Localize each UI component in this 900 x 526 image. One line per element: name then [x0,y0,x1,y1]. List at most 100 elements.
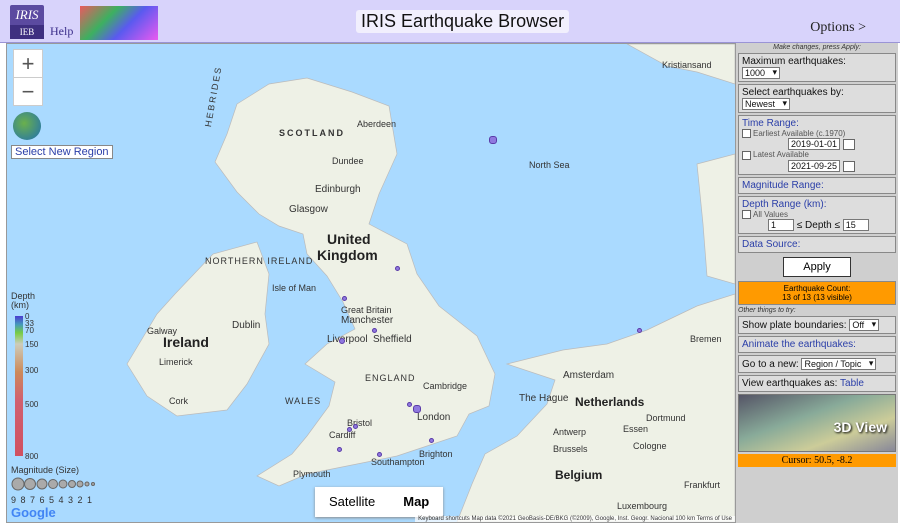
depth-range-box: Depth Range (km): All Values 1 ≤ Depth ≤… [738,195,896,235]
earthquake-marker[interactable] [637,328,642,333]
animate-link[interactable]: Animate the earthquakes: [738,336,896,354]
other-things-label: Other things to try: [738,307,796,315]
earthquake-marker[interactable] [347,427,352,432]
latest-checkbox[interactable] [742,150,751,160]
3d-view-thumbnail[interactable]: 3D View [738,394,896,453]
earliest-checkbox[interactable] [742,129,751,139]
place-the-hague: The Hague [519,393,569,404]
start-date-input[interactable]: 2019-01-01 [788,138,841,151]
place-antwerp: Antwerp [553,427,587,437]
map-attribution[interactable]: Keyboard shortcuts Map data ©2021 GeoBas… [415,516,735,522]
map-canvas[interactable]: + − Select New Region Kristiansand Aberd… [6,43,736,523]
depth-tick: 70 [25,326,34,335]
apply-button[interactable]: Apply [783,257,851,278]
time-range-heading[interactable]: Time Range: [742,118,892,129]
select-region-button[interactable]: Select New Region [11,145,113,159]
earthquake-marker[interactable] [339,338,345,344]
satellite-tab[interactable]: Satellite [315,487,389,517]
earliest-label: Earliest Available (c.1970) [753,129,846,138]
earthquake-marker[interactable] [407,402,412,407]
place-kristiansand: Kristiansand [662,60,712,70]
map-type-control: Satellite Map [315,487,444,517]
place-great-britain: Great Britain [341,305,392,315]
place-united: United [327,231,371,247]
earthquake-marker[interactable] [395,266,400,271]
depth-range-heading[interactable]: Depth Range (km): [742,199,892,210]
depth-max-input[interactable]: 15 [842,219,869,232]
zoom-out-button[interactable]: − [14,78,42,105]
end-date-input[interactable]: 2021-09-25 [788,159,841,172]
all-values-label: All Values [753,209,788,219]
calendar-icon[interactable] [842,139,855,151]
all-values-checkbox[interactable] [742,210,751,220]
earthquake-marker[interactable] [429,438,434,443]
earthquake-marker[interactable] [342,296,347,301]
data-source-box[interactable]: Data Source: [738,236,896,254]
earthquake-marker[interactable] [377,452,382,457]
iris-logo[interactable]: IRIS IEB [10,5,44,39]
place-bremen: Bremen [690,334,722,344]
place-northern-ireland: NORTHERN IRELAND [205,256,314,266]
header-bar: IRIS IEB Help IRIS Earthquake Browser Op… [0,0,900,43]
place-kingdom: Kingdom [317,247,378,263]
earthquake-marker[interactable] [372,328,377,333]
max-earthquakes-box: Maximum earthquakes: 1000 [738,53,896,82]
options-button[interactable]: Options > [810,20,866,36]
depth-tick: 500 [25,400,39,409]
place-edinburgh: Edinburgh [315,184,361,195]
time-range-box: Time Range: Earliest Available (c.1970) … [738,115,896,175]
max-earthquakes-label: Maximum earthquakes: [742,56,846,67]
options-panel: Make changes, press Apply: Maximum earth… [735,43,898,523]
earthquake-marker[interactable] [353,424,358,429]
globe-icon[interactable] [13,112,41,140]
place-ireland: Ireland [163,334,209,350]
earthquake-marker[interactable] [489,136,497,144]
calendar-icon[interactable] [842,160,855,172]
zoom-control: + − [13,49,43,106]
goto-select[interactable]: Region / Topic [801,358,877,371]
place-dundee: Dundee [332,156,364,166]
latest-label: Latest Available [753,150,809,160]
place-belgium: Belgium [555,468,603,482]
table-link[interactable]: Table [840,378,864,389]
place-aberdeen: Aberdeen [357,119,397,129]
plate-select[interactable]: Off [849,319,880,332]
map-tab[interactable]: Map [389,487,443,517]
view-as-label: View earthquakes as: [742,378,838,390]
zoom-in-button[interactable]: + [14,50,42,78]
map-land-svg [126,44,735,522]
place-glasgow: Glasgow [289,204,328,215]
earthquake-marker[interactable] [337,447,342,452]
magnitude-legend: Magnitude (Size) 9 8 7 6 5 4 3 2 1 [11,465,107,505]
place-manchester: Manchester [341,315,394,326]
select-by-select[interactable]: Newest [742,98,791,110]
plate-boundaries-box: Show plate boundaries: Off [738,316,896,335]
select-by-box: Select earthquakes by: Newest [738,84,896,113]
magnitude-circles [11,477,95,491]
page-title: IRIS Earthquake Browser [356,10,570,33]
magnitude-range-box[interactable]: Magnitude Range: [738,176,896,194]
magnitude-values: 9 8 7 6 5 4 3 2 1 [11,495,94,505]
place-plymouth: Plymouth [293,469,331,479]
depth-legend-title: Depth (km) [11,291,36,310]
place-essen: Essen [623,424,649,434]
place-brighton: Brighton [419,449,453,459]
depth-min-input[interactable]: 1 [768,219,794,232]
google-logo: Google [11,505,56,520]
depth-legend: Depth (km) 0 33 70 150 300 500 800 [11,292,41,462]
view-as-box: View earthquakes as: Table [738,375,896,393]
depth-mid-label: ≤ Depth ≤ [796,220,840,232]
max-earthquakes-select[interactable]: 1000 [742,67,781,79]
place-dortmund: Dortmund [646,413,686,423]
plate-label: Show plate boundaries: [742,320,847,332]
place-southampton: Southampton [371,457,425,467]
place-amsterdam: Amsterdam [563,370,615,381]
earthquake-marker[interactable] [413,405,421,413]
help-link[interactable]: Help [50,24,73,39]
panel-note: Make changes, press Apply: [773,44,861,51]
place-london: London [417,412,451,423]
seismicity-thumbnail[interactable] [80,6,158,40]
depth-tick: 300 [25,366,39,375]
depth-colorbar [15,316,23,456]
place-luxembourg: Luxembourg [617,501,668,511]
